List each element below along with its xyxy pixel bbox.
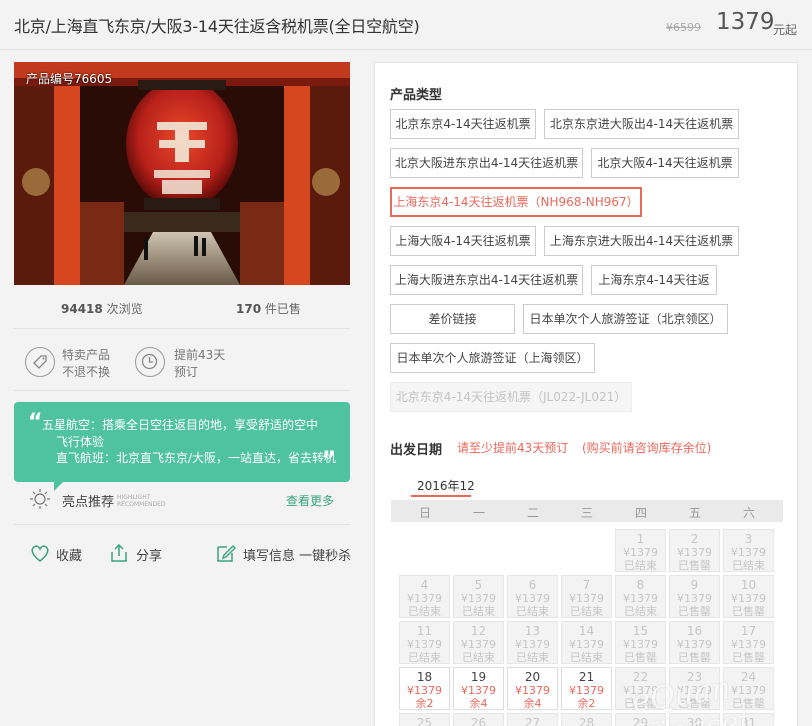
product-option-disabled: 北京东京4-14天往返机票（JL022-JL021） [390, 382, 632, 412]
lantern-gate-image [14, 62, 350, 285]
calendar-day-available[interactable]: 21 ¥1379 余2 [561, 667, 612, 710]
divider [14, 390, 350, 391]
advance-notice: 请至少提前43天预订 [457, 441, 569, 455]
stock-notice: (购买前请咨询库存余位) [582, 441, 712, 455]
promo-box: “ 五星航空：搭乘全日空往返目的地，享受舒适的空中 飞行体验 直飞航班：北京直飞… [14, 402, 350, 491]
product-option-selected[interactable]: 上海东京4-14天往返机票（NH968-NH967） [390, 187, 642, 217]
calendar-day: 14 ¥1379 已结束 [561, 621, 612, 664]
calendar-day: 4 ¥1379 已结束 [399, 575, 450, 618]
calendar-day: 12 ¥1379 已结束 [453, 621, 504, 664]
calendar-day: 28 [561, 713, 612, 726]
weekday-header: 日 一 二 三 四 五 六 [391, 500, 783, 522]
view-count: 94418 次浏览 [61, 302, 143, 316]
product-code: 产品编号76605 [26, 72, 113, 86]
weekday: 二 [526, 506, 539, 520]
divider [14, 524, 350, 525]
weekday: 一 [472, 506, 485, 520]
product-photo: 产品编号76605 [14, 62, 350, 285]
calendar-day: 16 ¥1379 已售罄 [669, 621, 720, 664]
product-option[interactable]: 日本单次个人旅游签证（北京领区） [523, 304, 728, 334]
share-icon[interactable] [108, 542, 130, 568]
see-more-link[interactable]: 查看更多 [286, 492, 334, 509]
promo-line-3: 直飞航班：北京直飞东京/大阪，一站直达，省去转机 [56, 451, 337, 465]
calendar-day-available[interactable]: 20 ¥1379 余4 [507, 667, 558, 710]
calendar-day: 10 ¥1379 已售罄 [723, 575, 774, 618]
edit-icon[interactable] [215, 542, 237, 568]
calendar-day: 2 ¥1379 已售罄 [669, 529, 720, 572]
product-title: 北京/上海直飞东京/大阪3-14天往返含税机票(全日空航空) [14, 17, 420, 36]
departure-title: 出发日期 [390, 443, 443, 458]
original-price: ¥6599 [666, 21, 701, 34]
booking-panel: 产品类型 北京东京4-14天往返机票 北京东京进大阪出4-14天往返机票 北京大… [374, 62, 798, 726]
calendar-day: 13 ¥1379 已结束 [507, 621, 558, 664]
calendar-day: 11 ¥1379 已结束 [399, 621, 450, 664]
sun-icon [29, 488, 51, 514]
page-header: 北京/上海直飞东京/大阪3-14天往返含税机票(全日空航空) ¥6599 137… [0, 0, 812, 50]
promo-line-1: 五星航空：搭乘全日空往返目的地，享受舒适的空中 [42, 418, 319, 432]
calendar-day: 5 ¥1379 已结束 [453, 575, 504, 618]
calendar-day-available[interactable]: 18 ¥1379 余2 [399, 667, 450, 710]
share-button[interactable]: 分享 [136, 545, 162, 564]
calendar-day: 15 ¥1379 已售罄 [615, 621, 666, 664]
calendar-day: 27 [507, 713, 558, 726]
clock-icon [135, 347, 165, 377]
heart-icon[interactable] [29, 542, 51, 568]
calendar-day: 7 ¥1379 已结束 [561, 575, 612, 618]
calendar-day: 9 ¥1379 已售罄 [669, 575, 720, 618]
product-option[interactable]: 上海东京进大阪出4-14天往返机票 [544, 226, 739, 256]
weekday: 六 [742, 506, 755, 520]
price-unit: 元起 [773, 23, 798, 37]
product-option[interactable]: 日本单次个人旅游签证（上海领区） [390, 343, 595, 373]
quote-open-icon: “ [28, 410, 43, 435]
tag-icon [25, 347, 55, 377]
product-type-title: 产品类型 [390, 88, 443, 103]
fill-info-button[interactable]: 填写信息 一键秒杀 [243, 545, 351, 564]
feature-advance: 提前43天 预订 [174, 348, 226, 379]
product-option[interactable]: 北京大阪4-14天往返机票 [591, 148, 739, 178]
product-stats: 94418 次浏览 170 件已售 [14, 298, 350, 318]
highlight-label: 亮点推荐 [62, 495, 115, 510]
product-option[interactable]: 差价链接 [390, 304, 515, 334]
calendar-day: 25 [399, 713, 450, 726]
calendar-day: 3 ¥1379 已结束 [723, 529, 774, 572]
product-option[interactable]: 北京东京4-14天往返机票 [390, 109, 536, 139]
calendar-day-available[interactable]: 19 ¥1379 余4 [453, 667, 504, 710]
month-tab-underline [411, 495, 471, 497]
sold-count: 170 件已售 [236, 302, 301, 316]
product-option[interactable]: 上海东京4-14天往返 [591, 265, 717, 295]
weekday: 五 [688, 506, 701, 520]
product-option[interactable]: 上海大阪4-14天往返机票 [390, 226, 536, 256]
current-price: 1379 [716, 9, 775, 35]
calendar-day: 8 ¥1379 已结束 [615, 575, 666, 618]
product-option[interactable]: 北京东京进大阪出4-14天往返机票 [544, 109, 739, 139]
calendar-day: 1 ¥1379 已结束 [615, 529, 666, 572]
feature-special: 特卖产品 不退不换 [62, 348, 111, 379]
favorite-button[interactable]: 收藏 [56, 545, 82, 564]
product-option[interactable]: 北京大阪进东京出4-14天往返机票 [390, 148, 583, 178]
weekday: 四 [634, 506, 647, 520]
weekday: 日 [418, 506, 431, 520]
calendar-day: 6 ¥1379 已结束 [507, 575, 558, 618]
quote-close-icon: ” [321, 448, 336, 473]
promo-line-2: 飞行体验 [56, 435, 105, 449]
calendar-day: 17 ¥1379 已售罄 [723, 621, 774, 664]
month-tab[interactable]: 2016年12 [417, 477, 475, 494]
weekday: 三 [580, 506, 593, 520]
product-option[interactable]: 上海大阪进东京出4-14天往返机票 [390, 265, 583, 295]
calendar-day: 26 [453, 713, 504, 726]
divider [14, 328, 350, 329]
highlight-en: HIGHLIGHT RECOMMENDED [117, 494, 166, 508]
promo-tail [54, 481, 64, 491]
